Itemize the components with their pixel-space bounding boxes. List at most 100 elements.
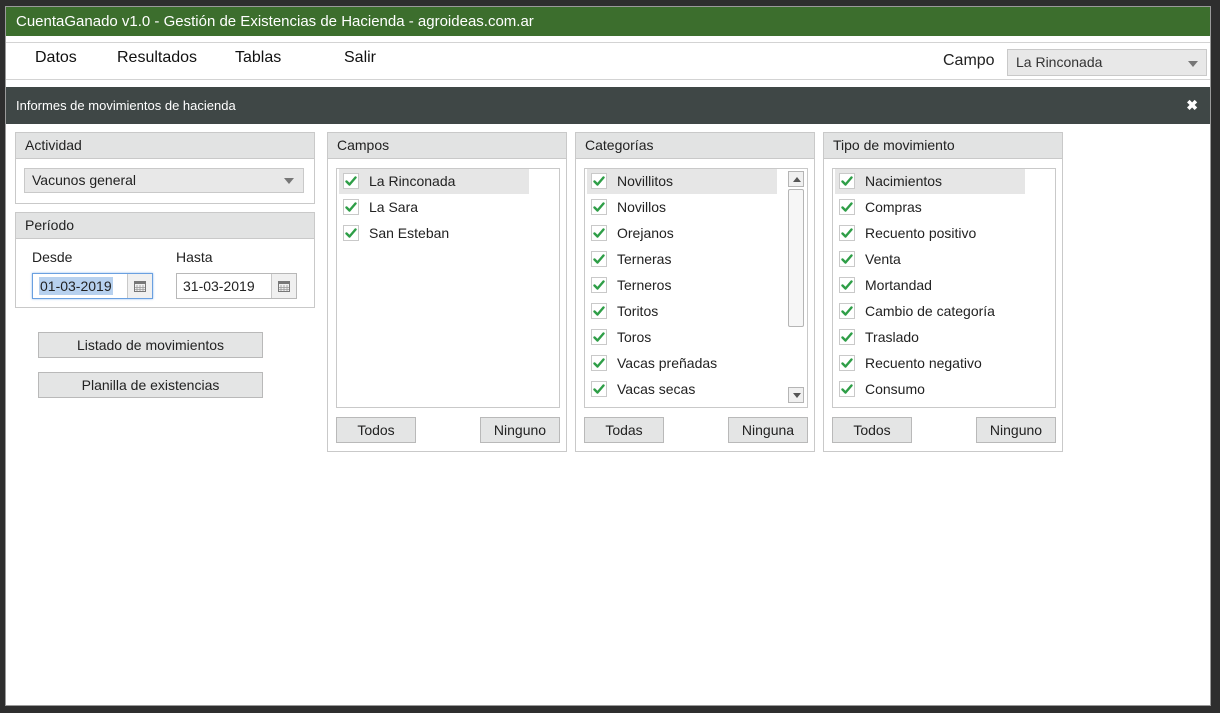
categoria-item[interactable]: Vacas secas xyxy=(587,377,777,402)
checkbox-checked-icon[interactable] xyxy=(591,303,607,319)
tipo-movimiento-item[interactable]: Cambio de categoría xyxy=(835,299,1025,324)
checkbox-checked-icon[interactable] xyxy=(839,225,855,241)
campo-item[interactable]: La Sara xyxy=(339,195,529,220)
categoria-item[interactable]: Toros xyxy=(587,325,777,350)
tipo-movimiento-item-label: Consumo xyxy=(865,381,925,397)
listado-movimientos-button[interactable]: Listado de movimientos xyxy=(38,332,263,358)
checkbox-checked-icon[interactable] xyxy=(343,225,359,241)
tipo-movimiento-item[interactable]: Recuento negativo xyxy=(835,351,1025,376)
actividad-select[interactable]: Vacunos general xyxy=(24,168,304,193)
checkbox-checked-icon[interactable] xyxy=(839,303,855,319)
checkbox-checked-icon[interactable] xyxy=(839,173,855,189)
campo-select[interactable]: La Rinconada xyxy=(1007,49,1207,76)
checkbox-checked-icon[interactable] xyxy=(839,277,855,293)
actividad-header: Actividad xyxy=(16,133,314,159)
tipo-movimiento-item[interactable]: Venta xyxy=(835,247,1025,272)
scrollbar-thumb[interactable] xyxy=(788,189,804,327)
checkbox-checked-icon[interactable] xyxy=(591,173,607,189)
campo-label: Campo xyxy=(943,52,995,69)
tipo-movimiento-item-label: Compras xyxy=(865,199,922,215)
campos-listbox: La Rinconada La Sara San Esteban xyxy=(336,168,560,408)
checkbox-checked-icon[interactable] xyxy=(839,329,855,345)
categoria-item[interactable]: Toritos xyxy=(587,299,777,324)
categoria-item-label: Novillos xyxy=(617,199,667,215)
tipo-movimiento-item-label: Nacimientos xyxy=(865,173,943,189)
campo-item[interactable]: San Esteban xyxy=(339,221,529,246)
hasta-date-value: 31-03-2019 xyxy=(183,278,255,294)
categoria-item-label: Novillitos xyxy=(617,173,674,189)
categoria-item-label: Toritos xyxy=(617,303,659,319)
tipos-header: Tipo de movimiento xyxy=(824,133,1062,159)
checkbox-checked-icon[interactable] xyxy=(591,251,607,267)
desde-label: Desde xyxy=(32,249,73,265)
menu-datos[interactable]: Datos xyxy=(35,49,77,67)
hasta-label: Hasta xyxy=(176,249,213,265)
tipo-movimiento-item-label: Cambio de categoría xyxy=(865,303,995,319)
menu-tablas[interactable]: Tablas xyxy=(235,49,281,67)
tipos-listbox: Nacimientos Compras Recuento positivo Venta… xyxy=(832,168,1056,408)
categoria-item-label: Orejanos xyxy=(617,225,674,241)
close-icon[interactable]: ✖ xyxy=(1186,87,1198,124)
tipo-movimiento-item[interactable]: Compras xyxy=(835,195,1025,220)
tipo-movimiento-item-label: Recuento negativo xyxy=(865,355,982,371)
tipo-movimiento-item[interactable]: Traslado xyxy=(835,325,1025,350)
periodo-panel: Período Desde Hasta 01-03-2019 31-03-201… xyxy=(15,212,315,308)
categoria-item-label: Terneras xyxy=(617,251,672,267)
scroll-down-icon[interactable] xyxy=(788,387,804,403)
campos-todos-button[interactable]: Todos xyxy=(336,417,416,443)
checkbox-checked-icon[interactable] xyxy=(591,199,607,215)
checkbox-checked-icon[interactable] xyxy=(839,381,855,397)
categoria-item[interactable]: Novillos xyxy=(587,195,777,220)
categoria-item[interactable]: Orejanos xyxy=(587,221,777,246)
tipo-movimiento-item[interactable]: Mortandad xyxy=(835,273,1025,298)
checkbox-checked-icon[interactable] xyxy=(591,277,607,293)
campos-ninguno-button[interactable]: Ninguno xyxy=(480,417,560,443)
dialog-header: Informes de movimientos de hacienda ✖ xyxy=(6,87,1210,124)
tipo-movimiento-item[interactable]: Recuento positivo xyxy=(835,221,1025,246)
checkbox-checked-icon[interactable] xyxy=(343,199,359,215)
campo-item-label: La Rinconada xyxy=(369,173,456,189)
categoria-item[interactable]: Terneras xyxy=(587,247,777,272)
tipos-ninguno-button[interactable]: Ninguno xyxy=(976,417,1056,443)
categoria-item-label: Toros xyxy=(617,329,652,345)
categorias-ninguna-button[interactable]: Ninguna xyxy=(728,417,808,443)
calendar-icon[interactable] xyxy=(127,274,152,298)
categoria-item[interactable]: Novillitos xyxy=(587,169,777,194)
checkbox-checked-icon[interactable] xyxy=(591,381,607,397)
categorias-scrollbar[interactable] xyxy=(788,171,804,403)
checkbox-checked-icon[interactable] xyxy=(591,355,607,371)
menu-salir[interactable]: Salir xyxy=(344,49,376,67)
chevron-down-icon xyxy=(284,178,294,184)
categoria-item-label: Terneros xyxy=(617,277,672,293)
planilla-existencias-button[interactable]: Planilla de existencias xyxy=(38,372,263,398)
categoria-item[interactable]: Terneros xyxy=(587,273,777,298)
tipo-movimiento-item[interactable]: Nacimientos xyxy=(835,169,1025,194)
categoria-item[interactable]: Vacas preñadas xyxy=(587,351,777,376)
checkbox-checked-icon[interactable] xyxy=(343,173,359,189)
campos-header: Campos xyxy=(328,133,566,159)
categorias-header: Categorías xyxy=(576,133,814,159)
campo-select-value: La Rinconada xyxy=(1016,54,1103,70)
campo-item[interactable]: La Rinconada xyxy=(339,169,529,194)
checkbox-checked-icon[interactable] xyxy=(839,199,855,215)
tipos-todos-button[interactable]: Todos xyxy=(832,417,912,443)
checkbox-checked-icon[interactable] xyxy=(839,355,855,371)
checkbox-checked-icon[interactable] xyxy=(591,329,607,345)
checkbox-checked-icon[interactable] xyxy=(591,225,607,241)
tipo-movimiento-item-label: Traslado xyxy=(865,329,919,345)
menu-resultados[interactable]: Resultados xyxy=(117,49,197,67)
categorias-todas-button[interactable]: Todas xyxy=(584,417,664,443)
hasta-date-input[interactable]: 31-03-2019 xyxy=(176,273,297,299)
scroll-up-icon[interactable] xyxy=(788,171,804,187)
categoria-item-label: Vacas preñadas xyxy=(617,355,718,371)
tipo-movimiento-item[interactable]: Consumo xyxy=(835,377,1025,402)
categoria-item-label: Vacas secas xyxy=(617,381,696,397)
chevron-down-icon xyxy=(1188,61,1198,67)
tipo-movimiento-item-label: Venta xyxy=(865,251,901,267)
calendar-icon[interactable] xyxy=(271,274,296,298)
categorias-panel: Categorías Novillitos Novillos Orejanos Ter… xyxy=(575,132,815,452)
tipo-movimiento-item-label: Mortandad xyxy=(865,277,932,293)
app-window: CuentaGanado v1.0 - Gestión de Existenci… xyxy=(5,6,1211,706)
desde-date-input[interactable]: 01-03-2019 xyxy=(32,273,153,299)
checkbox-checked-icon[interactable] xyxy=(839,251,855,267)
